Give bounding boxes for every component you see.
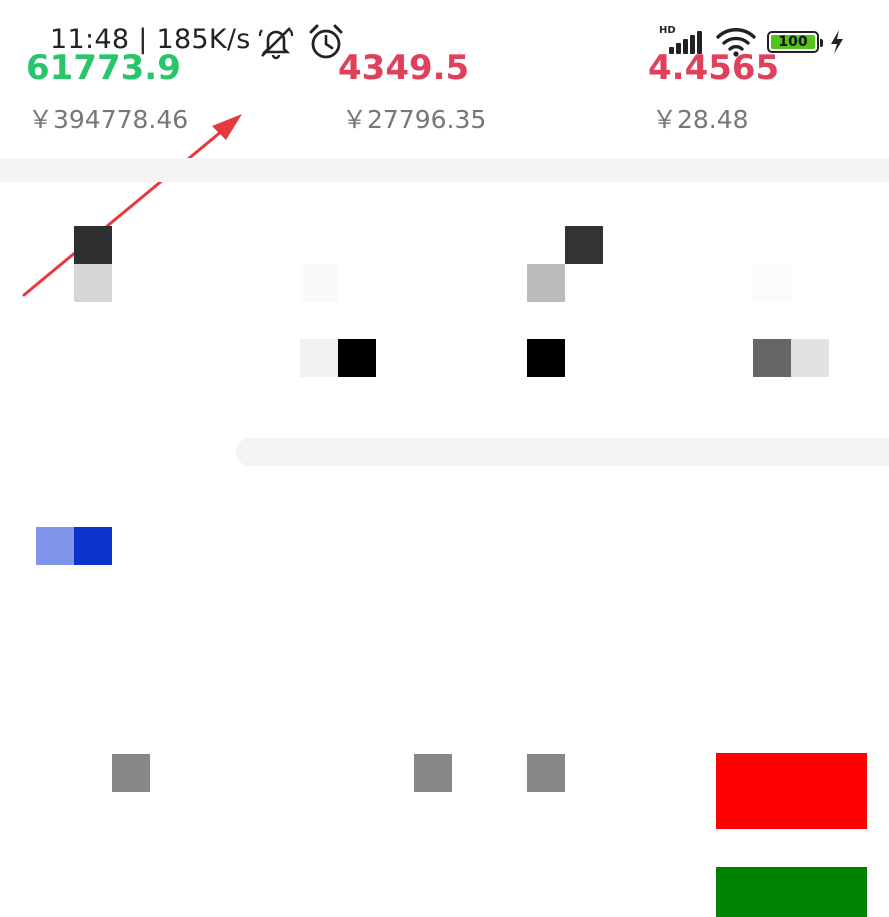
pixel-block [414, 754, 452, 792]
sell-button[interactable] [716, 753, 867, 829]
pixel-block [74, 226, 112, 264]
pixel-block [300, 339, 338, 377]
pixel-block [527, 264, 565, 302]
pixel-block [753, 264, 791, 302]
pixel-block [753, 339, 791, 377]
pixel-block [36, 527, 74, 565]
pixel-block [338, 339, 376, 377]
section-divider [236, 438, 889, 466]
pixel-block [527, 339, 565, 377]
buy-button[interactable] [716, 867, 867, 917]
pixel-block [791, 339, 829, 377]
pixel-block [527, 754, 565, 792]
pixel-block [112, 754, 150, 792]
pixel-block [300, 264, 338, 302]
section-divider [0, 158, 889, 182]
pixel-block [74, 527, 112, 565]
pixel-block [565, 226, 603, 264]
pixel-block [74, 264, 112, 302]
